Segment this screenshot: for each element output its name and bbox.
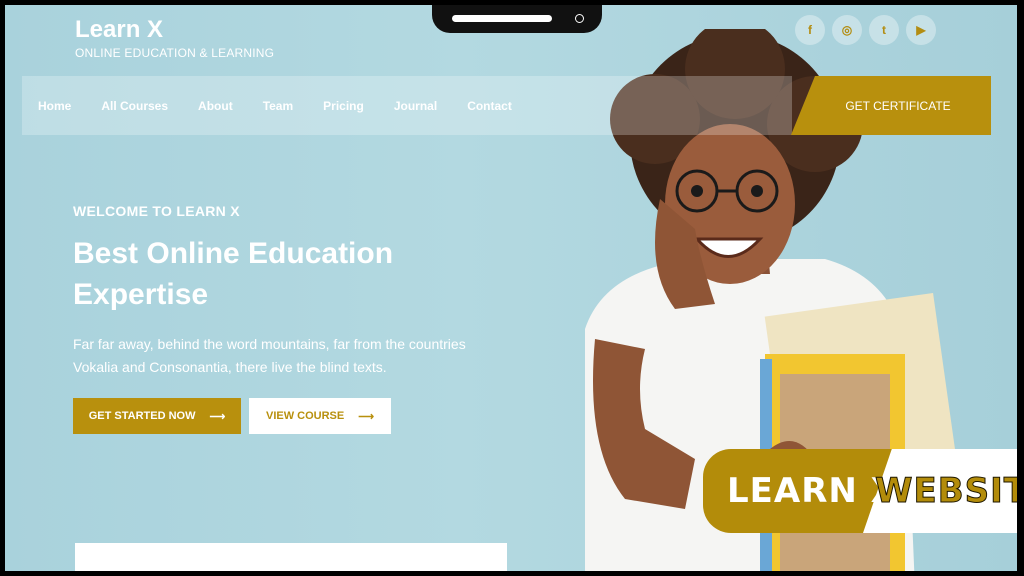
get-certificate-button[interactable]: GET CERTIFICATE <box>791 76 991 135</box>
browser-viewport: Learn X ONLINE EDUCATION & LEARNING f ◎ … <box>5 5 1017 571</box>
nav-item-all-courses[interactable]: All Courses <box>101 99 168 113</box>
nav-item-team[interactable]: Team <box>263 99 293 113</box>
notch-speaker <box>452 15 552 22</box>
hero-headline-line-2: Expertise <box>73 278 209 311</box>
main-nav: Home All Courses About Team Pricing Jour… <box>22 76 792 135</box>
view-course-label: VIEW COURSE <box>265 410 345 422</box>
brand-title: Learn X <box>75 16 164 43</box>
nav-item-home[interactable]: Home <box>38 99 71 113</box>
hero-description: Far far away, behind the word mountains,… <box>73 336 466 375</box>
hero-headline: Best Online Education Expertise <box>73 233 493 315</box>
nav-item-contact[interactable]: Contact <box>467 99 512 113</box>
get-started-button[interactable]: GET STARTED NOW ⟶ <box>73 398 241 434</box>
brand-logo[interactable]: Learn X ONLINE EDUCATION & LEARNING <box>75 16 275 61</box>
learn-x-website-badge: LEARN X WEBSITE <box>703 449 1017 533</box>
brand-subtitle: ONLINE EDUCATION & LEARNING <box>75 46 275 61</box>
badge-text-website: WEBSITE <box>874 471 1017 512</box>
content-card <box>75 543 507 571</box>
badge-text-learn-x: LEARN X <box>727 471 898 511</box>
get-started-label: GET STARTED NOW <box>88 410 196 422</box>
hero-section: WELCOME TO LEARN X Best Online Education… <box>73 203 493 379</box>
nav-item-about[interactable]: About <box>198 99 233 113</box>
hero-eyebrow: WELCOME TO LEARN X <box>73 203 240 219</box>
phone-notch <box>432 5 602 33</box>
nav-item-journal[interactable]: Journal <box>394 99 437 113</box>
notch-camera <box>575 14 584 23</box>
arrow-right-icon: ⟶ <box>358 410 374 423</box>
view-course-button[interactable]: VIEW COURSE ⟶ <box>249 398 391 434</box>
nav-item-pricing[interactable]: Pricing <box>323 99 364 113</box>
arrow-right-icon: ⟶ <box>209 410 226 423</box>
hero-headline-line-1: Best Online Education <box>73 237 394 270</box>
